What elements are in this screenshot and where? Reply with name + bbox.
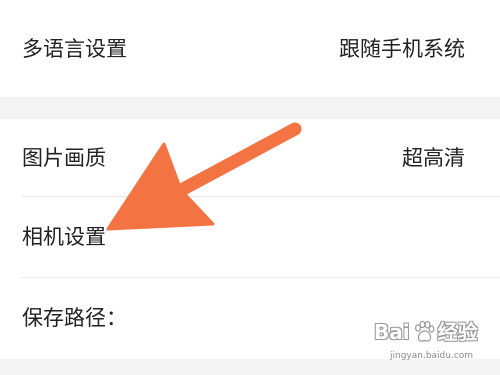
setting-value: 超高清	[402, 145, 465, 170]
setting-row-camera[interactable]: 相机设置	[0, 196, 500, 277]
row-divider	[22, 196, 500, 197]
setting-row-language[interactable]: 多语言设置 跟随手机系统	[0, 0, 500, 97]
setting-label: 保存路径：	[22, 306, 127, 330]
setting-label: 图片画质	[22, 145, 106, 170]
settings-section-language: 多语言设置 跟随手机系统	[0, 0, 500, 97]
row-divider	[22, 277, 500, 278]
settings-section-media: 图片画质 超高清 相机设置 保存路径：	[0, 119, 500, 359]
setting-row-save-path[interactable]: 保存路径：	[0, 277, 500, 359]
setting-label: 多语言设置	[22, 36, 127, 61]
setting-label: 相机设置	[22, 224, 106, 249]
setting-value: 跟随手机系统	[339, 36, 465, 61]
setting-row-image-quality[interactable]: 图片画质 超高清	[0, 119, 500, 196]
